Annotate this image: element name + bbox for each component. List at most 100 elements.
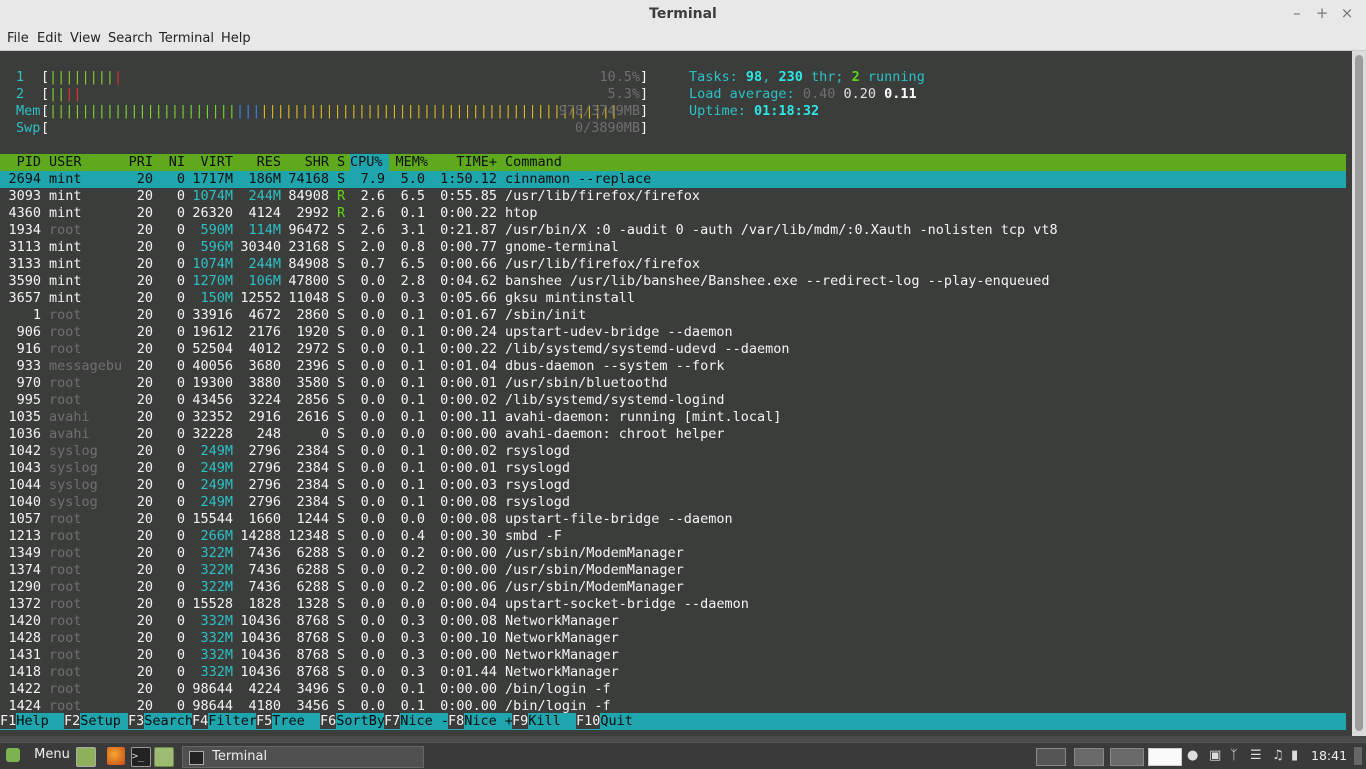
- process-row[interactable]: 995 root 20 0 43456 3224 2856 S 0.0 0.1 0:00.02/li…: [0, 392, 1346, 409]
- process-row[interactable]: 1036 avahi 20 0 32228 248 0 S 0.0 0.0 0:00.00 avahi…: [0, 426, 1346, 443]
- workspace-3[interactable]: [1110, 748, 1144, 766]
- col-time[interactable]: TIME+: [428, 154, 497, 171]
- volume-icon[interactable]: ♫: [1272, 748, 1284, 763]
- cell-shr: 6288: [296, 562, 329, 578]
- menu-view[interactable]: View: [70, 31, 101, 46]
- cell-pid: 3590: [8, 273, 41, 289]
- cpu2-meter: 2 [ |||| 5.3% ]: [16, 86, 649, 102]
- col-virt[interactable]: VIRT: [185, 154, 233, 171]
- fkey-f1[interactable]: F1Help: [0, 713, 65, 730]
- cell-time: 0:00.66: [440, 256, 497, 272]
- fkey-f4[interactable]: F4Filter: [192, 713, 257, 730]
- process-row[interactable]: 1422 root 20 0 98644 4224 3496 S 0.0 0.1 0:00.00/b…: [0, 681, 1346, 698]
- user-icon[interactable]: ●: [1187, 748, 1198, 763]
- process-row[interactable]: 1420 root 20 0 332M 10436 8768 S 0.0 0.3 0:00.08 Ne…: [0, 613, 1346, 630]
- col-shr[interactable]: SHR: [281, 154, 329, 171]
- process-row[interactable]: 933 messagebu 20 0 40056 3680 2396 S 0.0 0.1 0:01.…: [0, 358, 1346, 375]
- col-state[interactable]: S: [337, 154, 345, 171]
- menu-help[interactable]: Help: [221, 31, 251, 46]
- cpu1-value: 10.5%: [599, 69, 640, 85]
- workspace-4[interactable]: [1148, 748, 1182, 766]
- cell-shr: 0: [320, 426, 329, 442]
- cell-command: /bin/login -f: [505, 681, 611, 697]
- process-row[interactable]: 970 root 20 0 19300 3880 3580 S 0.0 0.1 0:00.01/us…: [0, 375, 1346, 392]
- process-row[interactable]: 1043 syslog 20 0 249M 2796 2384 S 0.0 0.1 0:00.01 r…: [0, 460, 1346, 477]
- fkey-f9[interactable]: F9Kill: [512, 713, 577, 730]
- process-row[interactable]: 3590 mint 20 0 1270M 106M 47800 S 0.0 2.8 0:04.62 b…: [0, 273, 1346, 290]
- process-row[interactable]: 1035 avahi 20 0 32352 2916 2616 S 0.0 0.1 0:00.11 a…: [0, 409, 1346, 426]
- cell-ni: 0: [176, 341, 185, 357]
- process-row[interactable]: 1 root 20 0 33916 4672 2860 S 0.0 0.1 0:01.67/sbin…: [0, 307, 1346, 324]
- taskbar-terminal-task[interactable]: Terminal: [182, 746, 424, 768]
- process-row[interactable]: 2694 mint 20 0 1717M 186M 74168 S 7.9 5.0 1:50.12 c…: [0, 171, 1346, 188]
- process-row[interactable]: 1431 root 20 0 332M 10436 8768 S 0.0 0.3 0:00.00 Ne…: [0, 647, 1346, 664]
- process-row[interactable]: 1290 root 20 0 322M 7436 6288 S 0.0 0.2 0:00.06/us…: [0, 579, 1346, 596]
- col-mem[interactable]: MEM%: [388, 154, 428, 171]
- removable-drive-icon[interactable]: ▣: [1209, 748, 1221, 763]
- fkey-f3[interactable]: F3Search: [128, 713, 193, 730]
- cell-virt: 249M: [200, 494, 233, 510]
- col-pri[interactable]: PRI: [120, 154, 153, 171]
- fkey-f2[interactable]: F2Setup: [64, 713, 129, 730]
- process-row[interactable]: 1418 root 20 0 332M 10436 8768 S 0.0 0.3 0:01.44 Ne…: [0, 664, 1346, 681]
- menu-terminal[interactable]: Terminal: [159, 31, 214, 46]
- terminal-area[interactable]: 1 [ ||||||||| 10.5% ] 2 [ |||| 5.3% ] Me…: [0, 51, 1352, 736]
- process-row[interactable]: 3657 mint 20 0 150M 12552 11048 S 0.0 0.3 0:05.66 g…: [0, 290, 1346, 307]
- fkey-f7[interactable]: F7Nice -: [384, 713, 449, 730]
- cell-state: S: [337, 375, 346, 391]
- scrollbar-thumb[interactable]: [1355, 55, 1363, 731]
- terminal-icon[interactable]: >_: [131, 747, 151, 767]
- process-row[interactable]: 4360 mint 20 0 26320 4124 2992 R 2.6 0.1 0:00.22 ht…: [0, 205, 1346, 222]
- col-user[interactable]: USER: [49, 154, 82, 171]
- cell-ni: 0: [176, 409, 185, 425]
- workspace-1[interactable]: [1036, 748, 1066, 766]
- cell-ni: 0: [176, 205, 185, 221]
- process-row[interactable]: 1040 syslog 20 0 249M 2796 2384 S 0.0 0.1 0:00.08 r…: [0, 494, 1346, 511]
- cell-shr: 1328: [296, 596, 329, 612]
- col-command[interactable]: Command: [505, 154, 562, 171]
- process-row[interactable]: 916 root 20 0 52504 4012 2972 S 0.0 0.1 0:00.22/li…: [0, 341, 1346, 358]
- process-row[interactable]: 1349 root 20 0 322M 7436 6288 S 0.0 0.2 0:00.00/us…: [0, 545, 1346, 562]
- firefox-icon[interactable]: [107, 747, 125, 765]
- battery-icon[interactable]: ▮: [1291, 748, 1298, 763]
- process-row[interactable]: 3133 mint 20 0 1074M 244M 84908 S 0.7 6.5 0:00.66 /…: [0, 256, 1346, 273]
- col-res[interactable]: RES: [233, 154, 281, 171]
- process-row[interactable]: 1213 root 20 0 266M 14288 12348 S 0.0 0.4 0:00.30 s…: [0, 528, 1346, 545]
- col-ni[interactable]: NI: [160, 154, 185, 171]
- minimize-icon[interactable]: –: [1288, 4, 1306, 22]
- process-row[interactable]: 1374 root 20 0 322M 7436 6288 S 0.0 0.2 0:00.00/us…: [0, 562, 1346, 579]
- show-desktop-corner[interactable]: [1354, 747, 1362, 765]
- process-row[interactable]: 1428 root 20 0 332M 10436 8768 S 0.0 0.3 0:00.10 Ne…: [0, 630, 1346, 647]
- process-row[interactable]: 1934 root 20 0 590M 114M 96472 S 2.6 3.1 0:21.87/u…: [0, 222, 1346, 239]
- fkey-f8[interactable]: F8Nice +: [448, 713, 513, 730]
- process-row[interactable]: 3113 mint 20 0 596M 30340 23168 S 2.0 0.8 0:00.77 g…: [0, 239, 1346, 256]
- menu-edit[interactable]: Edit: [37, 31, 62, 46]
- clock[interactable]: 18:41: [1311, 748, 1347, 763]
- process-row[interactable]: 1044 syslog 20 0 249M 2796 2384 S 0.0 0.1 0:00.03 r…: [0, 477, 1346, 494]
- maximize-icon[interactable]: +: [1313, 4, 1331, 22]
- cell-user: root: [49, 392, 82, 408]
- workspace-2[interactable]: [1074, 748, 1104, 766]
- fkey-f10[interactable]: F10Quit: [576, 713, 633, 730]
- cell-user: root: [49, 596, 82, 612]
- process-row[interactable]: 1372 root 20 0 15528 1828 1328 S 0.0 0.0 0:00.04 up…: [0, 596, 1346, 613]
- process-row[interactable]: 1042 syslog 20 0 249M 2796 2384 S 0.0 0.1 0:00.02 r…: [0, 443, 1346, 460]
- show-desktop-icon[interactable]: [76, 747, 96, 767]
- col-pid[interactable]: PID: [0, 154, 41, 171]
- process-row[interactable]: 1057 root 20 0 15544 1660 1244 S 0.0 0.0 0:00.08 up…: [0, 511, 1346, 528]
- cell-res: 10436: [240, 664, 281, 680]
- wifi-icon[interactable]: ☰: [1250, 748, 1262, 763]
- close-icon[interactable]: ×: [1338, 4, 1356, 22]
- menu-search[interactable]: Search: [108, 31, 153, 46]
- menu-file[interactable]: File: [7, 31, 29, 46]
- fkey-f6[interactable]: F6SortBy: [320, 713, 385, 730]
- files-icon[interactable]: [154, 747, 174, 767]
- terminal-scrollbar[interactable]: [1352, 51, 1366, 736]
- cell-pri: 20: [136, 545, 153, 561]
- process-row[interactable]: 3093 mint 20 0 1074M 244M 84908 R 2.6 6.5 0:55.85 /…: [0, 188, 1346, 205]
- fkey-f5[interactable]: F5Tree: [256, 713, 321, 730]
- col-cpu[interactable]: CPU%: [350, 154, 389, 171]
- bluetooth-icon[interactable]: ᛉ: [1230, 748, 1238, 763]
- start-menu-button[interactable]: Menu: [6, 747, 70, 767]
- process-row[interactable]: 906 root 20 0 19612 2176 1920 S 0.0 0.1 0:00.24 ups…: [0, 324, 1346, 341]
